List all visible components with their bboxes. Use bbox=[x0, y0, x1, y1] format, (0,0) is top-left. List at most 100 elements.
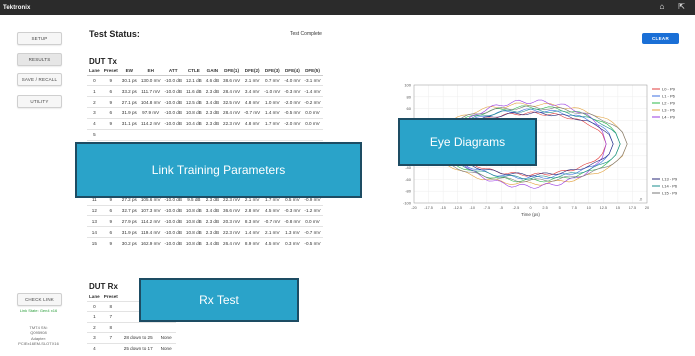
tx-cell: 13 bbox=[87, 215, 102, 227]
x-tick-label: 0 bbox=[529, 206, 531, 210]
x-tick-label: 17.5 bbox=[629, 206, 636, 210]
tx-cell: 1 bbox=[87, 85, 102, 97]
tx-cell: 130.0 mV bbox=[138, 74, 163, 86]
tx-cell: -0.2 mV bbox=[302, 96, 323, 108]
tx-cell: 9 bbox=[101, 96, 120, 108]
save-recall-button[interactable]: SAVE / RECALL bbox=[17, 73, 62, 86]
tx-cell: 111.7 mV bbox=[138, 85, 163, 97]
tx-cell: 2.3 dB bbox=[203, 226, 222, 238]
tx-cell: -0.8 mV bbox=[282, 215, 303, 227]
check-link-button[interactable]: CHECK LINK bbox=[17, 293, 62, 306]
y-tick-label: -60 bbox=[405, 177, 412, 182]
tx-cell: 6 bbox=[101, 226, 120, 238]
tx-table-row: 2 9 27.1 ps 104.8 mV -10.0 dB 12.5 dB 3.4 dB 32… bbox=[87, 96, 323, 108]
x-tick-label: -7.5 bbox=[484, 206, 491, 210]
home-icon[interactable]: ⌂ bbox=[659, 2, 664, 12]
tx-cell: 12.5 dB bbox=[183, 96, 204, 108]
tx-cell bbox=[282, 128, 303, 141]
tx-cell: 0.0 mV bbox=[302, 215, 323, 227]
dut-rx-title: DUT Rx bbox=[89, 282, 118, 291]
legend-label: L0 - P9 bbox=[662, 87, 676, 92]
rx-cell: None bbox=[156, 332, 176, 343]
y-tick-label: -80 bbox=[405, 189, 412, 194]
tx-cell bbox=[242, 128, 263, 141]
tx-cell: 9 bbox=[101, 117, 120, 130]
clear-button[interactable]: CLEAR bbox=[642, 33, 679, 44]
tx-cell: 3 bbox=[87, 107, 102, 119]
tx-cell: 2.1 mV bbox=[262, 226, 283, 238]
tx-cell bbox=[221, 128, 243, 141]
rx-cell: None bbox=[156, 342, 176, 354]
tx-cell: 12 bbox=[87, 204, 102, 216]
tx-cell: 9 bbox=[101, 215, 120, 227]
tx-col-header: DFE(4) bbox=[282, 67, 303, 76]
x-tick-label: -10 bbox=[470, 206, 476, 210]
tx-cell: 4.8 mV bbox=[242, 96, 263, 108]
y-tick-label: 100 bbox=[404, 83, 411, 88]
x-tick-label: -12.5 bbox=[453, 206, 462, 210]
tx-cell: 31.9 ps bbox=[119, 107, 139, 119]
tx-cell: 12.1 dB bbox=[183, 74, 204, 86]
tx-cell: 0.0 mV bbox=[302, 107, 323, 119]
rx-cell: 28 down to 25 bbox=[119, 332, 157, 343]
tx-cell: -10.0 dB bbox=[162, 204, 184, 216]
tx-cell: 28.4 mV bbox=[221, 85, 243, 97]
tx-cell: 27.1 ps bbox=[119, 96, 139, 108]
tx-cell: 4.5 mV bbox=[262, 237, 283, 249]
main-panel: Test Status: Test Complete CLEAR DUT Tx … bbox=[75, 15, 695, 356]
tx-cell: 22.3 mV bbox=[221, 117, 243, 130]
tx-cell: 36.6 mV bbox=[221, 204, 243, 216]
tx-cell: -10.0 dB bbox=[162, 117, 184, 130]
rx-cell: 3 bbox=[87, 332, 102, 343]
tx-cell: 33.2 ps bbox=[119, 85, 139, 97]
tx-cell: -2.0 mV bbox=[282, 117, 303, 130]
tx-cell: 32.7 ps bbox=[119, 204, 139, 216]
tx-cell: 1.4 mV bbox=[242, 226, 263, 238]
results-button[interactable]: RESULTS bbox=[17, 53, 62, 66]
rx-cell: 1 bbox=[87, 311, 102, 322]
tx-cell: 6 bbox=[101, 204, 120, 216]
info-adapter-value: PCIEx16EM-SLOTX16 bbox=[18, 341, 59, 346]
tx-cell: 1.4 mV bbox=[262, 107, 283, 119]
x-tick-label: 5 bbox=[559, 206, 561, 210]
page-title: Test Status: bbox=[89, 29, 140, 39]
tx-cell: -4.0 mV bbox=[282, 74, 303, 86]
tx-cell: 14 bbox=[87, 226, 102, 238]
exit-icon[interactable]: ⇱ bbox=[678, 2, 685, 12]
tx-cell bbox=[101, 128, 120, 141]
tx-cell bbox=[302, 128, 323, 141]
tx-cell: 10.8 dB bbox=[183, 215, 204, 227]
tx-cell bbox=[119, 128, 139, 141]
setup-button[interactable]: SETUP bbox=[17, 32, 62, 45]
x-tick-label: 15 bbox=[616, 206, 620, 210]
rx-cell: 25 down to 17 bbox=[119, 342, 157, 354]
rx-table-row: 3 7 28 down to 25 None bbox=[87, 332, 176, 343]
tx-col-header: DFE(5) bbox=[302, 67, 323, 76]
tx-cell: 20.3 mV bbox=[221, 215, 243, 227]
tx-cell: 4.6 dB bbox=[203, 74, 222, 86]
x-tick-label: 10 bbox=[587, 206, 591, 210]
tx-table-row: 12 6 32.7 ps 107.3 mV -10.0 dB 10.8 dB 3.4 dB 3… bbox=[87, 204, 323, 216]
tx-table-row: 0 9 30.1 ps 130.0 mV -10.0 dB 12.1 dB 4.6 dB 38… bbox=[87, 74, 323, 86]
tx-col-header: Lane bbox=[87, 67, 102, 76]
tx-cell: 31.1 ps bbox=[119, 117, 139, 130]
tx-col-header: ATT bbox=[162, 67, 184, 76]
tx-cell: 4.5 mV bbox=[262, 204, 283, 216]
tx-cell: 26.4 mV bbox=[221, 237, 243, 249]
legend-label: L3 - P6 bbox=[662, 108, 676, 113]
test-status-text: Test Complete bbox=[290, 31, 322, 37]
rx-table-row: 28 bbox=[87, 321, 176, 333]
tx-cell: 2.1 mV bbox=[242, 74, 263, 86]
tx-cell: 1.3 mV bbox=[282, 226, 303, 238]
tx-cell: 104.8 mV bbox=[138, 96, 163, 108]
legend-label: L15 - P9 bbox=[662, 191, 678, 196]
x-tick-label: 7.5 bbox=[572, 206, 577, 210]
dut-tx-title: DUT Tx bbox=[89, 57, 117, 66]
tx-cell bbox=[138, 128, 163, 141]
tx-cell: -10.0 dB bbox=[162, 96, 184, 108]
x-tick-label: 2.5 bbox=[542, 206, 547, 210]
tx-cell: -10.0 dB bbox=[162, 226, 184, 238]
tx-cell: 22.3 mV bbox=[221, 226, 243, 238]
utility-button[interactable]: UTILITY bbox=[17, 95, 62, 108]
tx-cell bbox=[203, 128, 222, 141]
